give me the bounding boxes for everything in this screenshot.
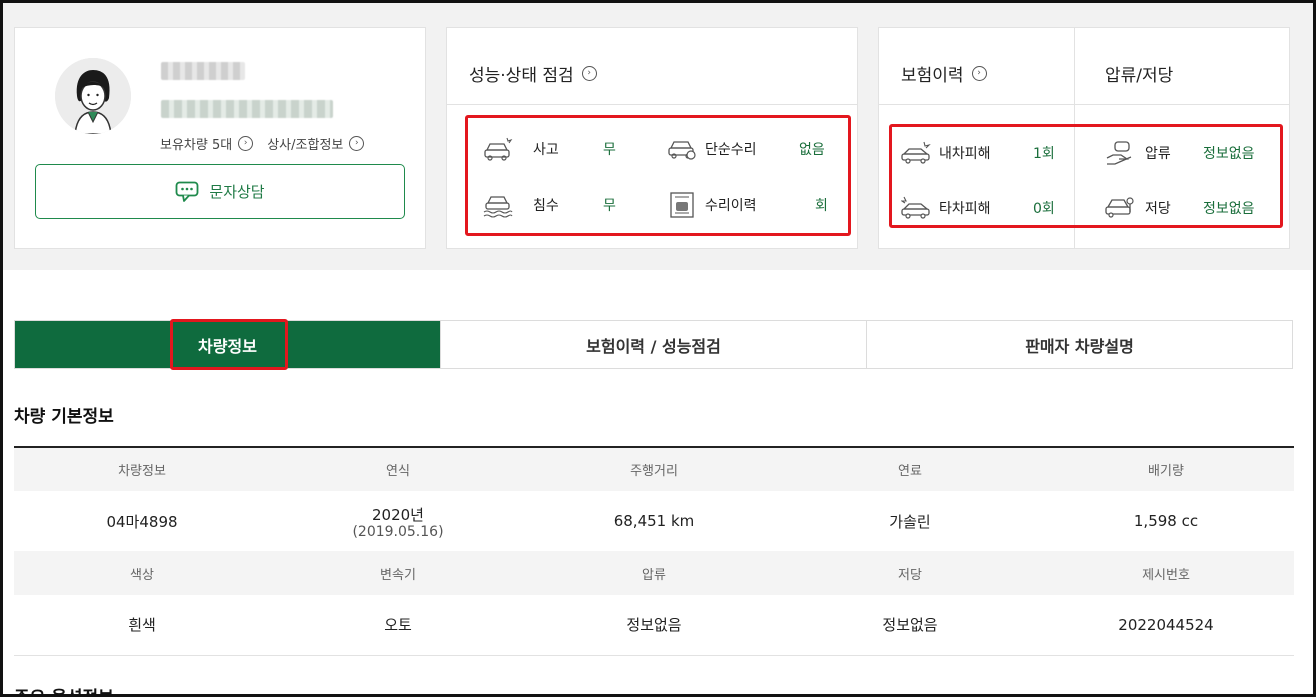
header-seizure: 압류 <box>526 551 782 595</box>
seizure-item: 압류 정보없음 <box>1105 140 1275 166</box>
tab-seller-description[interactable]: 판매자 차량설명 <box>866 321 1292 368</box>
chat-bubble-icon <box>175 181 199 202</box>
header-color: 색상 <box>14 551 270 595</box>
simple-repair-item: 단순수리 없음 <box>667 136 837 162</box>
car-crash-icon <box>484 137 513 161</box>
other-damage-item: 타차피해 0회 <box>901 195 1061 221</box>
my-damage-item: 내차피해 1회 <box>901 140 1061 166</box>
insurance-card: 보험이력 › 압류/저당 내차피해 1회 타차피해 0회 압류 정보없음 저당 … <box>878 27 1290 249</box>
seller-avatar <box>55 58 131 134</box>
value-vehicle-number: 04마4898 <box>106 512 178 531</box>
tab-highlight <box>170 319 288 370</box>
flood-item: 침수 무 <box>483 192 643 218</box>
seller-vehicles-link[interactable]: 보유차량 5대 › <box>160 134 254 153</box>
header-mileage: 주행거리 <box>526 447 782 491</box>
header-mortgage: 저당 <box>782 551 1038 595</box>
value-color: 흰색 <box>14 595 270 656</box>
basic-info-table: 차량정보 연식 주행거리 연료 배기량 04마4898 2020년 (2019.… <box>14 446 1294 656</box>
seizure-title: 압류/저당 <box>1105 66 1174 86</box>
seller-name-redacted <box>161 62 245 80</box>
value-seizure: 정보없음 <box>526 595 782 656</box>
car-key-icon <box>1105 197 1134 218</box>
chevron-right-circle-icon: › <box>238 136 254 151</box>
value-displacement: 1,598 cc <box>1133 512 1199 530</box>
mortgage-item: 저당 정보없음 <box>1105 195 1275 221</box>
value-first-registration: (2019.05.16) <box>352 523 444 540</box>
header-fuel: 연료 <box>782 447 1038 491</box>
inspection-card: 성능·상태 점검 › 사고 무 단순수리 없음 침수 무 수리이력 회 <box>446 27 858 249</box>
car-flood-icon <box>483 196 513 218</box>
dealer-info-link[interactable]: 상사/조합정보 › <box>267 134 365 153</box>
header-model-year: 연식 <box>270 447 526 491</box>
value-transmission: 오토 <box>270 595 526 656</box>
car-repair-icon <box>668 141 696 160</box>
seller-card: 보유차량 5대 › 상사/조합정보 › 문자상담 <box>14 27 426 249</box>
document-car-icon <box>670 192 694 218</box>
hand-car-icon <box>1106 141 1132 165</box>
insurance-title-link[interactable]: 보험이력 › <box>901 61 987 86</box>
options-section-title: 주요 옵션정보 <box>14 683 114 697</box>
accident-item: 사고 무 <box>483 136 643 162</box>
inspection-title-link[interactable]: 성능·상태 점검 › <box>469 61 597 86</box>
value-listing-number: 2022044524 <box>1038 595 1294 656</box>
value-model-year: 2020년 (2019.05.16) <box>270 491 526 551</box>
header-vehicle-number: 차량정보 <box>14 447 270 491</box>
chevron-right-circle-icon: › <box>349 136 365 151</box>
seller-phone-redacted <box>161 100 333 118</box>
chevron-right-circle-icon: › <box>581 66 597 81</box>
value-mileage: 68,451 km <box>613 512 695 530</box>
other-car-damage-icon <box>901 196 930 219</box>
value-fuel: 가솔린 <box>889 512 931 531</box>
header-listing-number: 제시번호 <box>1038 551 1294 595</box>
sms-consult-button[interactable]: 문자상담 <box>35 164 405 219</box>
basic-info-title: 차량 기본정보 <box>14 407 114 427</box>
header-transmission: 변속기 <box>270 551 526 595</box>
my-car-damage-icon <box>901 141 931 164</box>
tab-insurance-inspection[interactable]: 보험이력 / 성능점검 <box>440 321 866 368</box>
header-displacement: 배기량 <box>1038 447 1294 491</box>
repair-history-item: 수리이력 회 <box>667 192 837 218</box>
value-mortgage: 정보없음 <box>782 595 1038 656</box>
chevron-right-circle-icon: › <box>971 66 987 81</box>
